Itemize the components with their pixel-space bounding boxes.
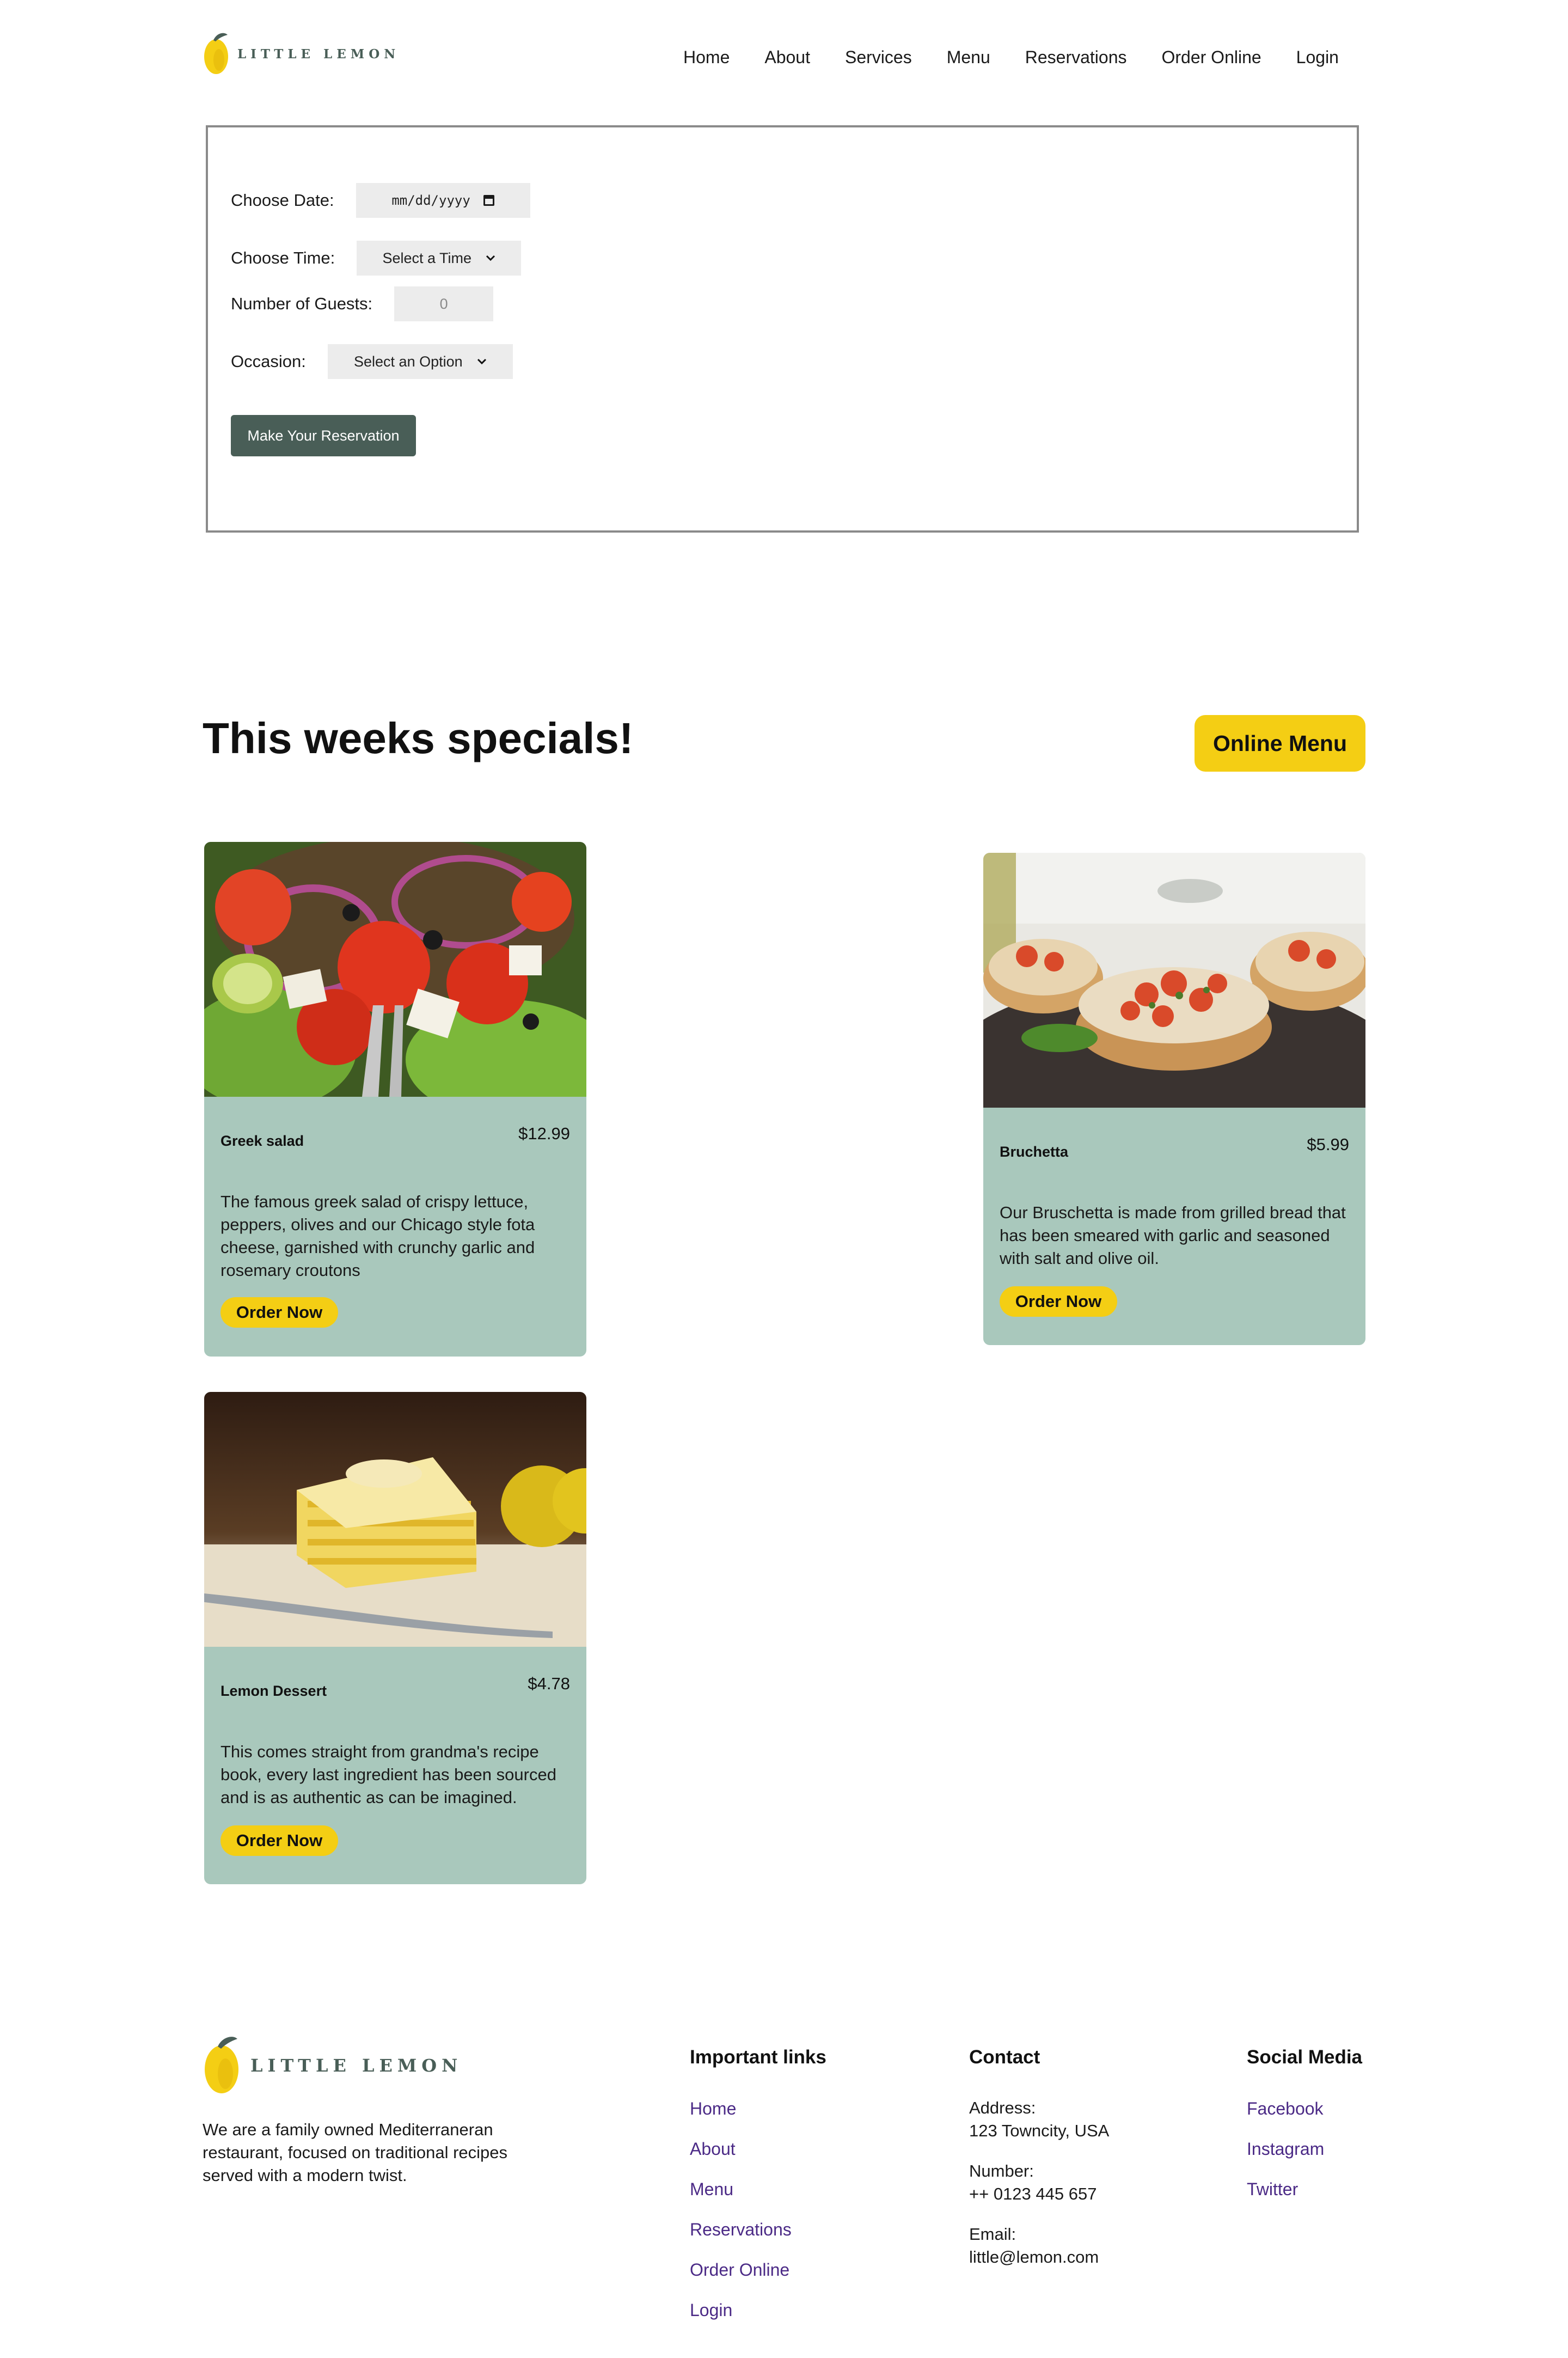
footer-link-about[interactable]: About xyxy=(690,2139,736,2159)
contact-address-label: Address: xyxy=(969,2098,1036,2117)
contact-number-label: Number: xyxy=(969,2161,1034,2180)
footer-contact-title: Contact xyxy=(969,2047,1040,2068)
card-price: $12.99 xyxy=(518,1124,570,1143)
occasion-select[interactable]: Select an Option xyxy=(327,344,513,379)
chevron-down-icon xyxy=(477,358,487,365)
contact-address: 123 Towncity, USA xyxy=(969,2121,1110,2140)
footer-link-login[interactable]: Login xyxy=(690,2300,732,2320)
time-row: Choose Time: Select a Time xyxy=(231,241,522,276)
social-link-instagram[interactable]: Instagram xyxy=(1247,2139,1324,2159)
nav-order-online[interactable]: Order Online xyxy=(1161,44,1261,71)
special-card-greek-salad: Greek salad $12.99 The famous greek sala… xyxy=(204,842,586,1357)
time-select-value: Select a Time xyxy=(382,249,472,266)
card-description: The famous greek salad of crispy lettuce… xyxy=(220,1192,535,1280)
guests-input[interactable]: 0 xyxy=(394,286,494,321)
footer-link-menu[interactable]: Menu xyxy=(690,2179,733,2200)
card-description: Our Bruschetta is made from grilled brea… xyxy=(1000,1203,1346,1268)
nav-home[interactable]: Home xyxy=(683,44,730,71)
card-title: Lemon Dessert xyxy=(220,1683,327,1699)
greek-salad-image xyxy=(204,842,586,1097)
card-price: $5.99 xyxy=(1307,1135,1349,1154)
calendar-icon[interactable] xyxy=(483,195,494,206)
logo-text: LITTLE LEMON xyxy=(237,47,400,62)
guests-row: Number of Guests: 0 xyxy=(231,286,494,321)
footer-link-reservations[interactable]: Reservations xyxy=(690,2220,792,2240)
lemon-logo-icon xyxy=(203,30,230,78)
occasion-row: Occasion: Select an Option xyxy=(231,344,513,379)
date-value: mm/dd/yyyy xyxy=(391,193,470,208)
time-select[interactable]: Select a Time xyxy=(357,241,522,276)
contact-email-label: Email: xyxy=(969,2225,1016,2244)
site-header: LITTLE LEMON Home About Services Menu Re… xyxy=(0,0,1568,114)
nav-login[interactable]: Login xyxy=(1296,44,1339,71)
occasion-select-value: Select an Option xyxy=(354,353,463,370)
online-menu-button[interactable]: Online Menu xyxy=(1195,715,1365,772)
footer-logo[interactable]: LITTLE LEMON xyxy=(203,2033,462,2097)
social-link-twitter[interactable]: Twitter xyxy=(1247,2179,1298,2200)
footer-link-order-online[interactable]: Order Online xyxy=(690,2260,789,2280)
card-title: Greek salad xyxy=(220,1133,304,1149)
footer-links-title: Important links xyxy=(690,2047,826,2068)
footer-link-home[interactable]: Home xyxy=(690,2099,736,2119)
date-row: Choose Date: mm/dd/yyyy xyxy=(231,183,530,218)
lemon-dessert-image xyxy=(204,1392,586,1647)
footer-logo-text: LITTLE LEMON xyxy=(250,2055,463,2076)
footer-contact-column: Contact Address: 123 Towncity, USA Numbe… xyxy=(969,2047,1109,2267)
chevron-down-icon xyxy=(486,255,495,261)
special-card-bruchetta: Bruchetta $5.99 Our Bruschetta is made f… xyxy=(983,853,1365,1345)
nav-menu[interactable]: Menu xyxy=(947,44,990,71)
guests-label: Number of Guests: xyxy=(231,294,373,313)
special-card-lemon-dessert: Lemon Dessert $4.78 This comes straight … xyxy=(204,1392,586,1884)
contact-email: little@lemon.com xyxy=(969,2247,1099,2267)
occasion-label: Occasion: xyxy=(231,352,306,371)
footer-social-title: Social Media xyxy=(1247,2047,1363,2068)
nav-services[interactable]: Services xyxy=(845,44,912,71)
date-label: Choose Date: xyxy=(231,191,334,210)
order-now-button[interactable]: Order Now xyxy=(220,1825,338,1856)
footer-links-column: Important links Home About Menu Reservat… xyxy=(690,2047,826,2320)
specials-title: This weeks specials! xyxy=(203,714,634,762)
card-price: $4.78 xyxy=(528,1674,570,1693)
time-label: Choose Time: xyxy=(231,248,335,267)
card-title: Bruchetta xyxy=(1000,1144,1069,1160)
order-now-button[interactable]: Order Now xyxy=(1000,1286,1117,1317)
card-description: This comes straight from grandma's recip… xyxy=(220,1742,556,1807)
logo[interactable]: LITTLE LEMON xyxy=(203,30,400,78)
main-nav: Home About Services Menu Reservations Or… xyxy=(683,44,1339,71)
order-now-button[interactable]: Order Now xyxy=(220,1297,338,1328)
lemon-logo-icon xyxy=(203,2033,241,2097)
reservation-form: Choose Date: mm/dd/yyyy Choose Time: Sel… xyxy=(206,125,1359,533)
nav-about[interactable]: About xyxy=(764,44,810,71)
date-input[interactable]: mm/dd/yyyy xyxy=(356,183,530,218)
social-link-facebook[interactable]: Facebook xyxy=(1247,2099,1324,2119)
footer-about-text: We are a family owned Mediterraneran res… xyxy=(203,2120,508,2185)
bruchetta-image xyxy=(983,853,1365,1108)
guests-value: 0 xyxy=(439,295,448,312)
make-reservation-button[interactable]: Make Your Reservation xyxy=(231,415,416,456)
nav-reservations[interactable]: Reservations xyxy=(1025,44,1127,71)
footer-social-column: Social Media Facebook Instagram Twitter xyxy=(1247,2047,1363,2199)
contact-number: ++ 0123 445 657 xyxy=(969,2184,1097,2203)
